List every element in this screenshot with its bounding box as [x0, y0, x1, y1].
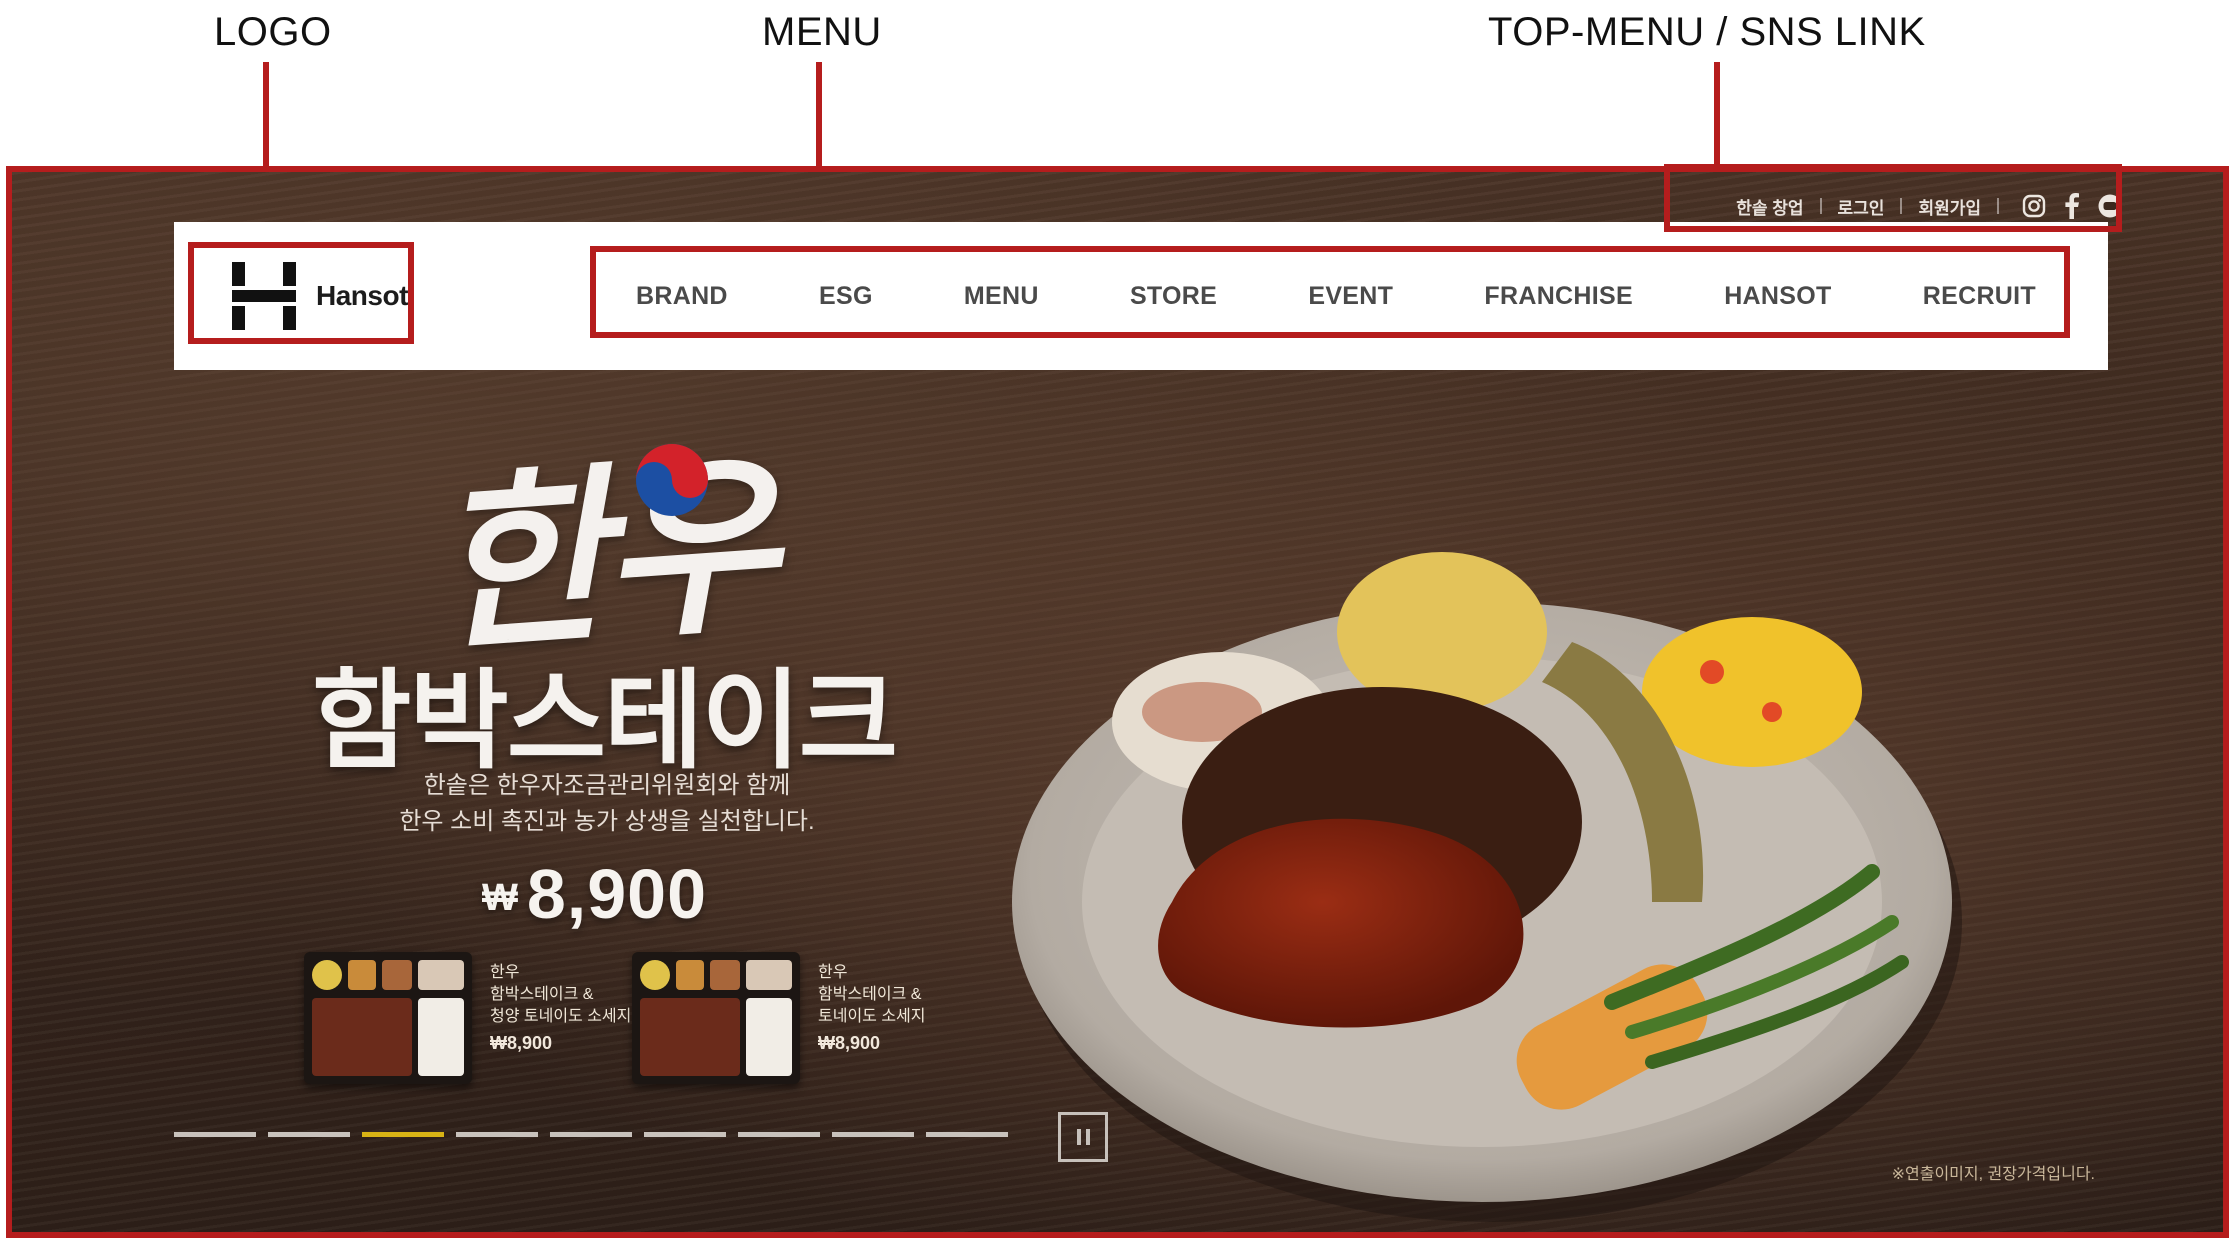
- slider-indicator[interactable]: [738, 1132, 820, 1137]
- product-card[interactable]: 한우 함박스테이크 & 토네이도 소세지 ₩8,900: [632, 952, 926, 1084]
- product-info: 한우 함박스테이크 & 청양 토네이도 소세지 ₩8,900: [490, 952, 631, 1084]
- slider-indicator[interactable]: [832, 1132, 914, 1137]
- slider-indicator[interactable]: [174, 1132, 256, 1137]
- hero-description: 한솥은 한우자조금관리위원회와 함께 한우 소비 촉진과 농가 상생을 실천합니…: [312, 768, 902, 840]
- annotation-logo-label: LOGO: [214, 10, 332, 54]
- hero-price: ₩8,900: [482, 854, 707, 934]
- slider-indicator[interactable]: [644, 1132, 726, 1137]
- hero-food-image: [1012, 552, 1962, 1222]
- product-thumbnail: [632, 952, 800, 1084]
- product-name-line: 함박스테이크 &: [490, 986, 594, 1003]
- product-name-line: 한우: [490, 964, 520, 981]
- annotation-top-menu-label: TOP-MENU / SNS LINK: [1488, 10, 1926, 54]
- pause-icon: [1076, 1129, 1081, 1145]
- product-name-line: 함박스테이크 &: [818, 986, 922, 1003]
- product-info: 한우 함박스테이크 & 토네이도 소세지 ₩8,900: [818, 952, 926, 1084]
- slider-indicator-active[interactable]: [362, 1132, 444, 1137]
- product-price: ₩8,900: [490, 1033, 553, 1053]
- annotation-menu-label: MENU: [762, 10, 882, 54]
- product-name-line: 한우: [818, 964, 848, 981]
- slider-indicator[interactable]: [926, 1132, 1008, 1137]
- slider-indicators: [174, 1132, 1008, 1137]
- pause-icon: [1085, 1129, 1090, 1145]
- taeguk-icon: [636, 444, 708, 516]
- hero-title: 함박스테이크: [312, 660, 898, 781]
- slider-indicator[interactable]: [268, 1132, 350, 1137]
- price-value: 8,900: [526, 855, 708, 933]
- product-thumbnail: [304, 952, 472, 1084]
- product-card[interactable]: 한우 함박스테이크 & 청양 토네이도 소세지 ₩8,900: [304, 952, 631, 1084]
- slider-indicator[interactable]: [456, 1132, 538, 1137]
- slider-pause-button[interactable]: [1058, 1112, 1108, 1162]
- annotation-logo-box: [188, 242, 414, 344]
- annotation-top-menu-line: [1714, 62, 1720, 166]
- product-name-line: 토네이도 소세지: [818, 1008, 926, 1025]
- hero-description-line: 한솥은 한우자조금관리위원회와 함께: [423, 772, 791, 799]
- disclaimer-note: ※연출이미지, 권장가격입니다.: [1891, 1166, 2095, 1183]
- slider-indicator[interactable]: [550, 1132, 632, 1137]
- product-price: ₩8,900: [818, 1033, 881, 1053]
- currency-symbol: ₩: [482, 877, 519, 919]
- annotation-menu-box: [590, 246, 2070, 338]
- product-name-line: 청양 토네이도 소세지: [490, 1008, 632, 1025]
- annotation-top-menu-box: [1664, 164, 2122, 232]
- hero-description-line: 한우 소비 촉진과 농가 상생을 실천합니다.: [399, 808, 815, 835]
